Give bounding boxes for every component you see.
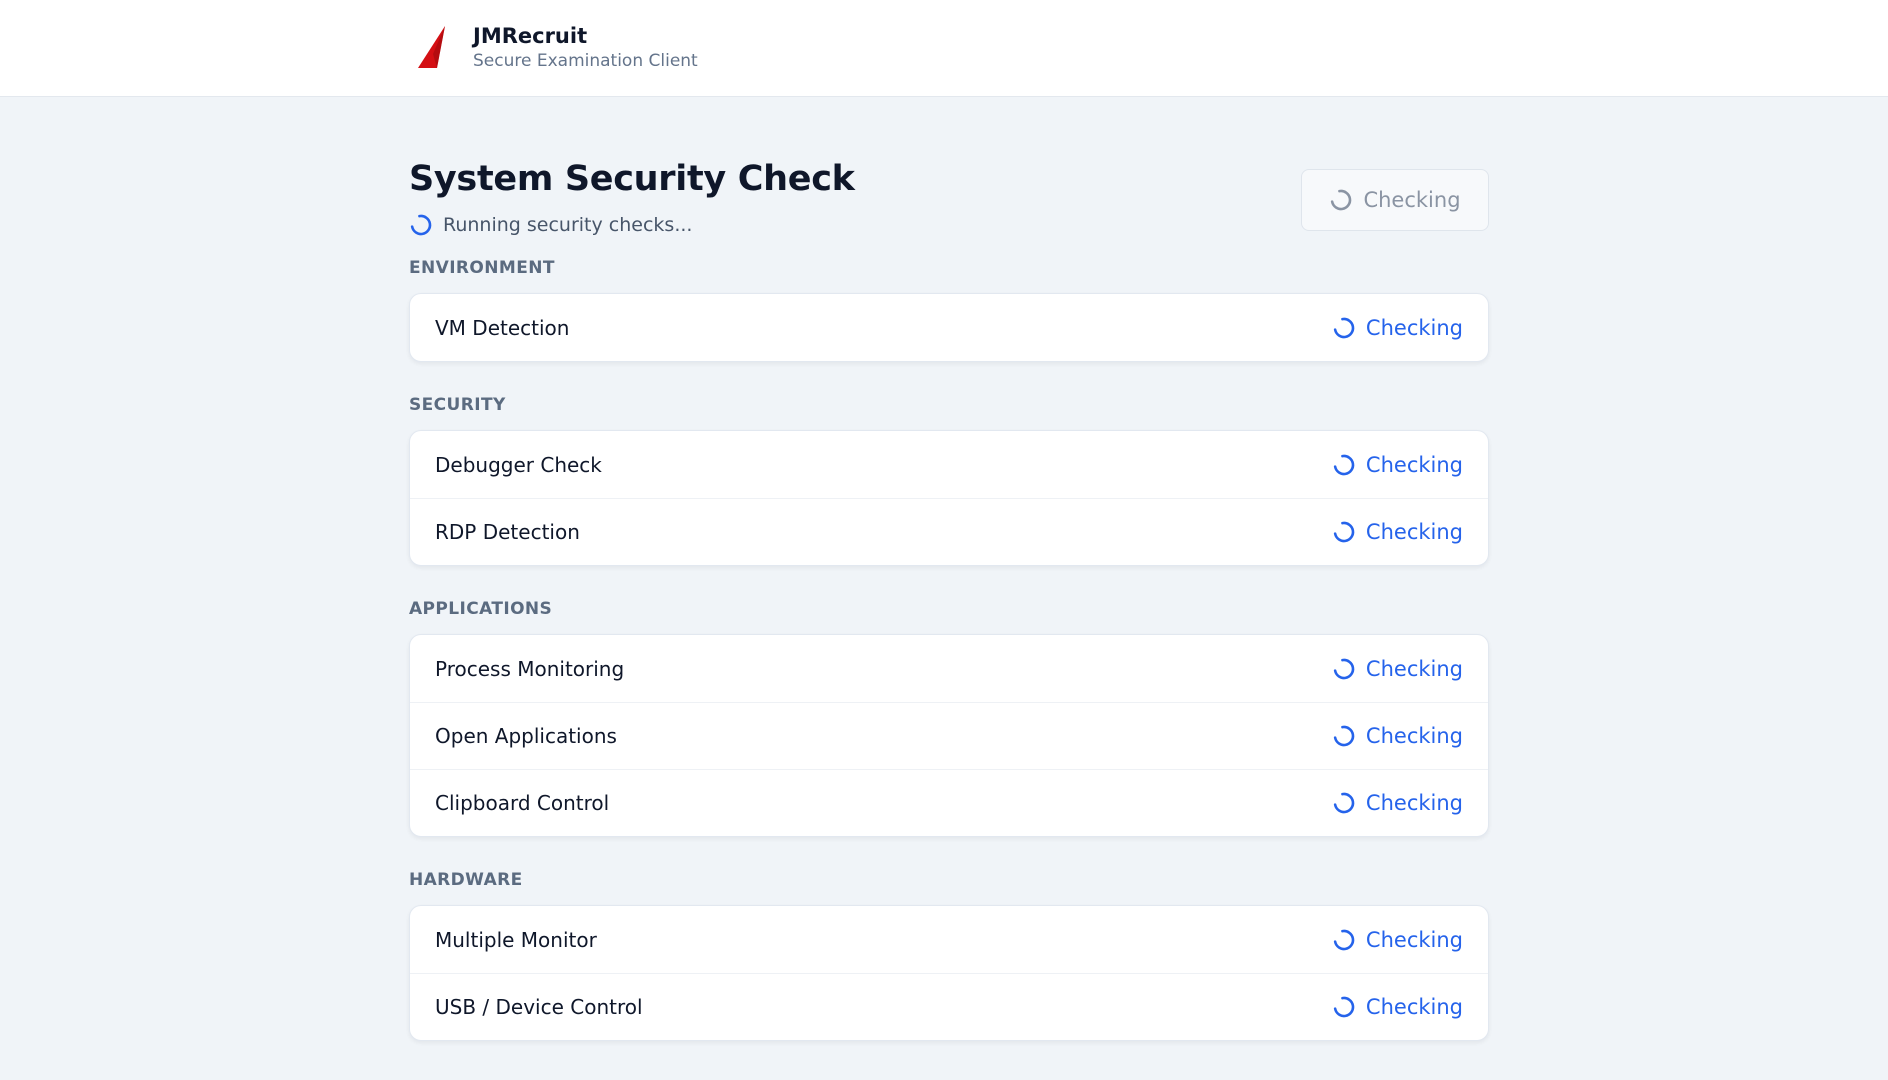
loading-spinner-icon [1331,189,1352,211]
check-status-text: Checking [1365,927,1463,952]
check-label: RDP Detection [435,520,580,544]
app-name: JMRecruit [473,24,588,48]
brand: JMRecruit Secure Examination Client [415,22,698,72]
section-card-environment: VM Detection Checking [409,293,1489,362]
app-logo-icon [418,26,445,68]
section-card-security: Debugger Check Checking RDP Detection Ch… [409,430,1489,566]
check-status-text: Checking [1365,995,1463,1019]
section-title-environment: ENVIRONMENT [409,258,555,278]
section-title-hardware: HARDWARE [409,870,523,890]
loading-spinner-icon [1333,792,1355,814]
loading-spinner-icon [1333,929,1355,950]
check-status: Checking [1332,657,1463,681]
running-status-text: Running security checks... [443,214,693,236]
check-status: Checking [1332,724,1463,748]
check-row-debugger-check: Debugger Check Checking [410,431,1488,498]
check-status: Checking [1332,791,1463,815]
section-card-applications: Process Monitoring Checking Open Applica… [409,634,1489,837]
loading-spinner-icon [1333,521,1355,543]
app-subtitle: Secure Examination Client [473,51,698,71]
check-status-text: Checking [1365,656,1463,681]
check-status: Checking [1332,928,1463,952]
loading-spinner-icon [1333,658,1355,679]
check-row-process-monitoring: Process Monitoring Checking [410,635,1488,702]
check-row-open-applications: Open Applications Checking [410,702,1488,769]
main-content: System Security Check Running security c… [409,97,1489,1041]
check-label: Process Monitoring [435,656,625,681]
checking-button[interactable]: Checking [1301,169,1489,231]
running-status: Running security checks... [409,213,692,237]
check-status: Checking [1332,520,1463,544]
check-status-text: Checking [1365,520,1463,544]
check-status: Checking [1332,316,1463,340]
check-label: VM Detection [435,315,570,340]
check-label: Multiple Monitor [435,927,597,952]
check-status-text: Checking [1365,452,1463,477]
loading-spinner-icon [1333,725,1355,747]
section-title-applications: APPLICATIONS [409,599,553,619]
check-row-vm-detection: VM Detection Checking [410,294,1488,361]
loading-spinner-icon [1333,454,1355,475]
check-status: Checking [1332,453,1463,477]
loading-spinner-icon [1333,996,1355,1018]
check-label: USB / Device Control [435,995,643,1019]
check-row-multiple-monitor: Multiple Monitor Checking [410,906,1488,973]
page-title: System Security Check [409,159,855,199]
check-row-usb-device-control: USB / Device Control Checking [410,973,1488,1040]
section-title-security: SECURITY [409,395,506,415]
check-status-text: Checking [1365,724,1463,748]
check-label: Open Applications [435,724,617,748]
check-label: Debugger Check [435,452,602,477]
loading-spinner-icon [410,214,432,236]
checking-button-label: Checking [1363,188,1461,212]
check-row-rdp-detection: RDP Detection Checking [410,498,1488,565]
check-label: Clipboard Control [435,791,610,815]
check-status-text: Checking [1365,791,1463,815]
page-header: System Security Check Running security c… [409,97,1489,257]
check-status: Checking [1332,995,1463,1019]
check-status-text: Checking [1365,315,1463,340]
top-bar: JMRecruit Secure Examination Client [0,0,1888,97]
loading-spinner-icon [1333,317,1355,338]
check-row-clipboard-control: Clipboard Control Checking [410,769,1488,836]
section-card-hardware: Multiple Monitor Checking USB / Device C… [409,905,1489,1041]
